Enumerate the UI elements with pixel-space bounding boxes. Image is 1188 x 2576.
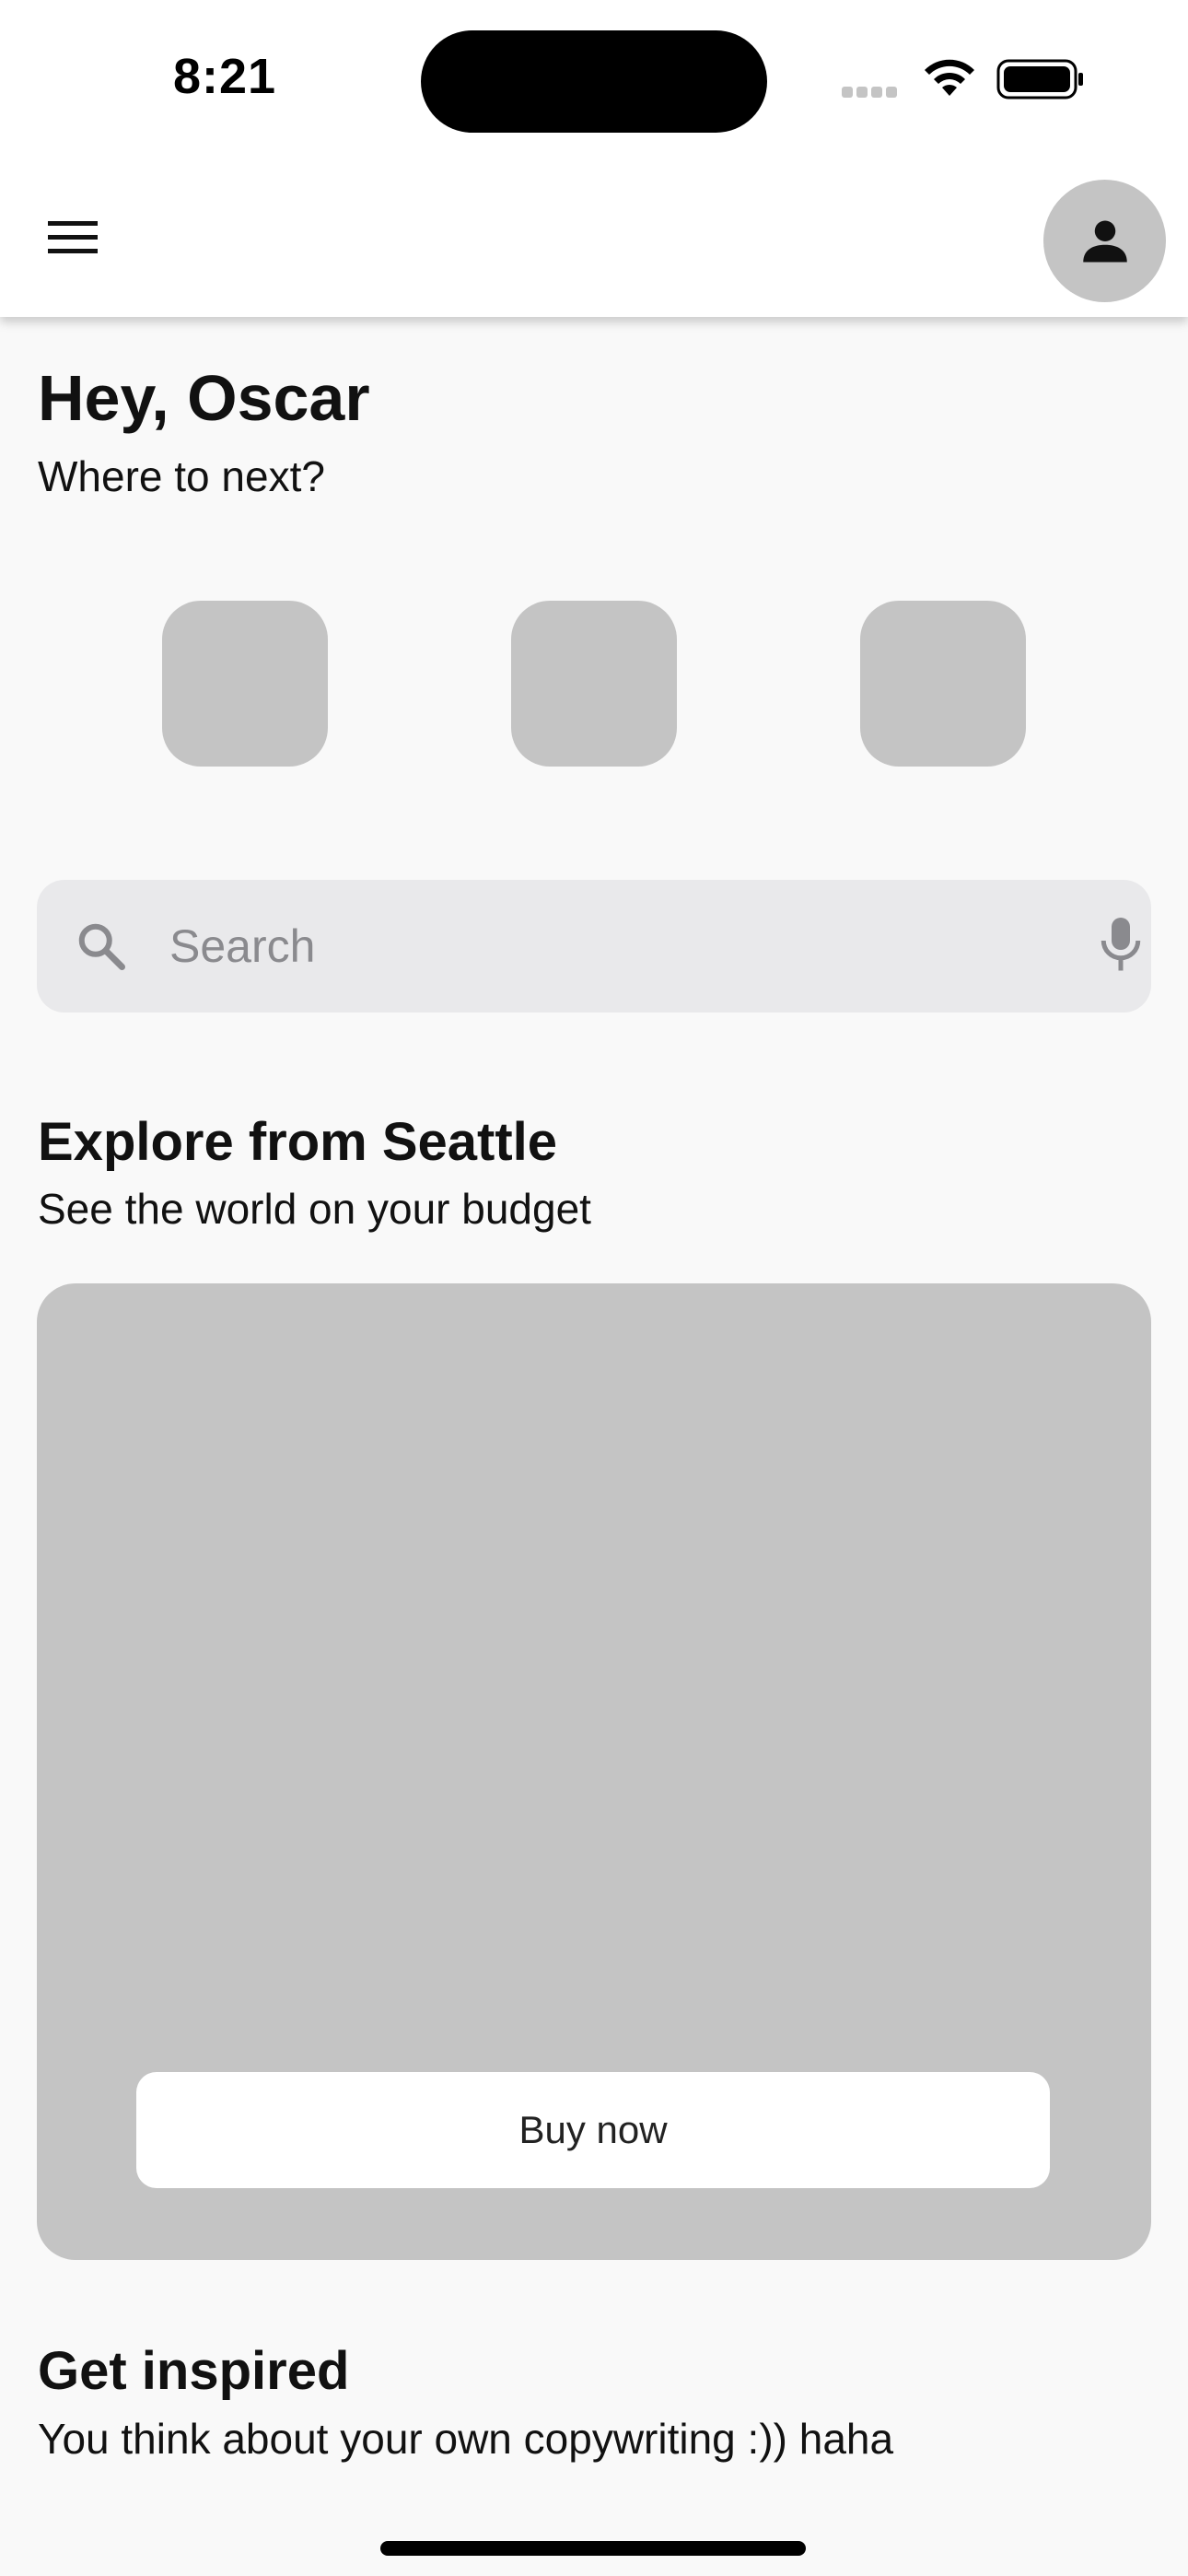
search-icon [74, 919, 129, 978]
home-screen: 8:21 Hey, Oscar Where to next? Search Ex… [0, 0, 1188, 2576]
home-indicator[interactable] [380, 2541, 806, 2556]
greeting-title: Hey, Oscar [38, 362, 370, 434]
top-bar: 8:21 [0, 0, 1188, 317]
inspired-title: Get inspired [38, 2341, 350, 2401]
cellular-signal-icon [842, 86, 901, 102]
explore-subtitle: See the world on your budget [38, 1185, 591, 1233]
wifi-icon [921, 57, 978, 104]
quick-action-2[interactable] [511, 601, 677, 767]
dynamic-island [421, 30, 767, 133]
quick-action-3[interactable] [860, 601, 1026, 767]
inspired-subtitle: You think about your own copywriting :))… [38, 2415, 894, 2463]
status-time: 8:21 [173, 49, 277, 104]
search-input[interactable] [169, 880, 1054, 1013]
hamburger-menu-icon[interactable] [46, 217, 109, 263]
explore-card[interactable]: Buy now [37, 1283, 1151, 2260]
person-icon [1082, 220, 1127, 262]
microphone-icon[interactable] [1098, 915, 1144, 980]
buy-now-button[interactable]: Buy now [136, 2072, 1050, 2188]
search-bar[interactable] [37, 880, 1151, 1013]
quick-action-1[interactable] [162, 601, 328, 767]
explore-title: Explore from Seattle [38, 1112, 558, 1172]
greeting-subtitle: Where to next? [38, 452, 325, 500]
profile-avatar-button[interactable] [1043, 180, 1166, 302]
battery-icon [996, 59, 1085, 104]
